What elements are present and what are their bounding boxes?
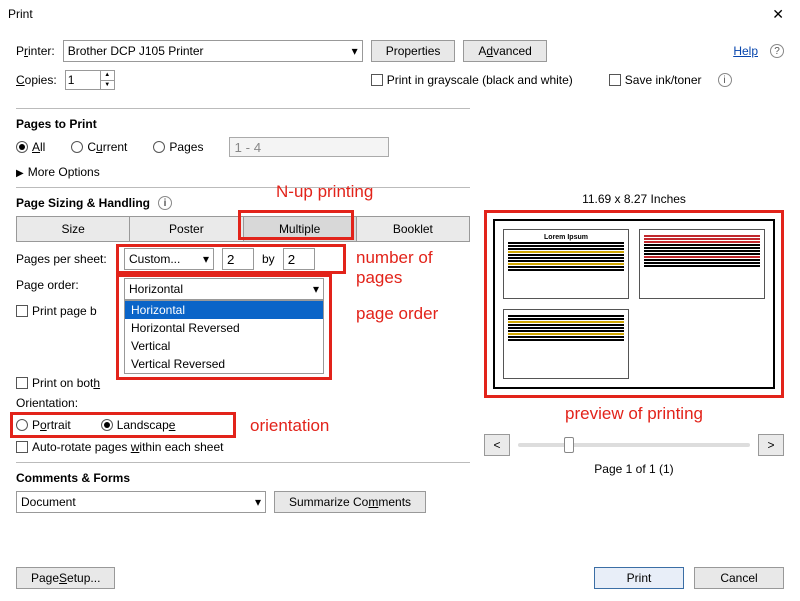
autorotate-checkbox[interactable]: Auto-rotate pages within each sheet bbox=[16, 440, 223, 454]
advanced-button[interactable]: Advanced bbox=[463, 40, 546, 62]
grayscale-checkbox[interactable]: Print in grayscale (black and white) bbox=[371, 73, 573, 87]
checkbox-icon bbox=[371, 74, 383, 86]
radio-all[interactable]: All bbox=[16, 140, 45, 154]
annot-preview: preview of printing bbox=[484, 404, 784, 424]
summarize-comments-button[interactable]: Summarize Comments bbox=[274, 491, 426, 513]
tab-poster[interactable]: Poster bbox=[130, 216, 243, 242]
slider-thumb[interactable] bbox=[564, 437, 574, 453]
info-icon[interactable]: i bbox=[158, 196, 172, 210]
cancel-button[interactable]: Cancel bbox=[694, 567, 784, 589]
pages-range-input[interactable] bbox=[229, 137, 389, 157]
comments-title: Comments & Forms bbox=[16, 471, 470, 485]
annot-pageorder: page order bbox=[356, 304, 438, 324]
chevron-down-icon: ▾ bbox=[203, 252, 209, 266]
printer-label: Printer: bbox=[16, 44, 55, 58]
page-setup-button[interactable]: Page Setup... bbox=[16, 567, 115, 589]
printer-dropdown[interactable]: Brother DCP J105 Printer ▾ bbox=[63, 40, 363, 62]
page-indicator: Page 1 of 1 (1) bbox=[484, 462, 784, 476]
radio-pages[interactable]: Pages bbox=[153, 140, 203, 154]
info-icon[interactable]: i bbox=[718, 73, 732, 87]
disclosure-icon: ▶ bbox=[16, 168, 24, 179]
page-order-option[interactable]: Vertical bbox=[125, 337, 323, 355]
page-order-listbox[interactable]: Horizontal Horizontal Reversed Vertical … bbox=[124, 300, 324, 374]
page-order-option[interactable]: Horizontal bbox=[125, 301, 323, 319]
print-preview: Lorem Ipsum bbox=[484, 210, 784, 398]
preview-slider[interactable] bbox=[518, 443, 750, 447]
preview-page-thumb bbox=[503, 309, 629, 379]
help-link[interactable]: Help bbox=[733, 44, 758, 58]
sizing-title: Page Sizing & Handling i bbox=[16, 196, 470, 210]
checkbox-icon bbox=[609, 74, 621, 86]
pages-to-print-title: Pages to Print bbox=[16, 117, 470, 131]
page-order-dropdown[interactable]: Horizontal▾ Horizontal Horizontal Revers… bbox=[124, 278, 324, 300]
pps-by-label: by bbox=[262, 252, 275, 266]
pps-cols-input[interactable] bbox=[222, 248, 254, 270]
print-button[interactable]: Print bbox=[594, 567, 684, 589]
chevron-down-icon: ▾ bbox=[255, 495, 261, 509]
pps-rows-input[interactable] bbox=[283, 248, 315, 270]
annot-orientation: orientation bbox=[250, 416, 329, 436]
spinner-down-icon[interactable]: ▼ bbox=[101, 81, 114, 90]
properties-button[interactable]: Properties bbox=[371, 40, 456, 62]
pps-label: Pages per sheet: bbox=[16, 252, 116, 266]
pps-mode-dropdown[interactable]: Custom...▾ bbox=[124, 248, 214, 270]
help-icon[interactable]: ? bbox=[770, 44, 784, 58]
saveink-checkbox[interactable]: Save ink/toner bbox=[609, 73, 702, 87]
preview-prev-button[interactable]: < bbox=[484, 434, 510, 456]
preview-page-thumb bbox=[639, 229, 765, 299]
tab-booklet[interactable]: Booklet bbox=[357, 216, 470, 242]
copies-input[interactable] bbox=[66, 71, 100, 89]
comments-dropdown[interactable]: Document▾ bbox=[16, 491, 266, 513]
printer-value: Brother DCP J105 Printer bbox=[68, 44, 204, 58]
print-border-checkbox[interactable]: Print page b bbox=[16, 304, 97, 318]
close-icon[interactable]: ✕ bbox=[764, 2, 792, 27]
tab-size[interactable]: Size bbox=[16, 216, 130, 242]
order-label: Page order: bbox=[16, 278, 116, 292]
preview-page-thumb: Lorem Ipsum bbox=[503, 229, 629, 299]
tab-multiple[interactable]: Multiple bbox=[244, 216, 357, 242]
preview-dimensions: 11.69 x 8.27 Inches bbox=[484, 192, 784, 206]
radio-portrait[interactable]: Portrait bbox=[16, 418, 71, 432]
page-order-option[interactable]: Horizontal Reversed bbox=[125, 319, 323, 337]
more-options-toggle[interactable]: ▶More Options bbox=[16, 165, 470, 179]
spinner-up-icon[interactable]: ▲ bbox=[101, 71, 114, 81]
print-both-sides-checkbox[interactable]: Print on both bbox=[16, 376, 100, 390]
radio-current[interactable]: Current bbox=[71, 140, 127, 154]
annot-nup: N-up printing bbox=[276, 182, 373, 202]
page-order-option[interactable]: Vertical Reversed bbox=[125, 355, 323, 373]
radio-landscape[interactable]: Landscape bbox=[101, 418, 176, 432]
copies-spinner[interactable]: ▲▼ bbox=[65, 70, 115, 90]
chevron-down-icon: ▾ bbox=[352, 44, 358, 58]
preview-next-button[interactable]: > bbox=[758, 434, 784, 456]
dialog-title: Print bbox=[8, 7, 764, 21]
orientation-label: Orientation: bbox=[16, 396, 78, 410]
copies-label: Copies: bbox=[16, 73, 57, 87]
chevron-down-icon: ▾ bbox=[313, 282, 319, 296]
